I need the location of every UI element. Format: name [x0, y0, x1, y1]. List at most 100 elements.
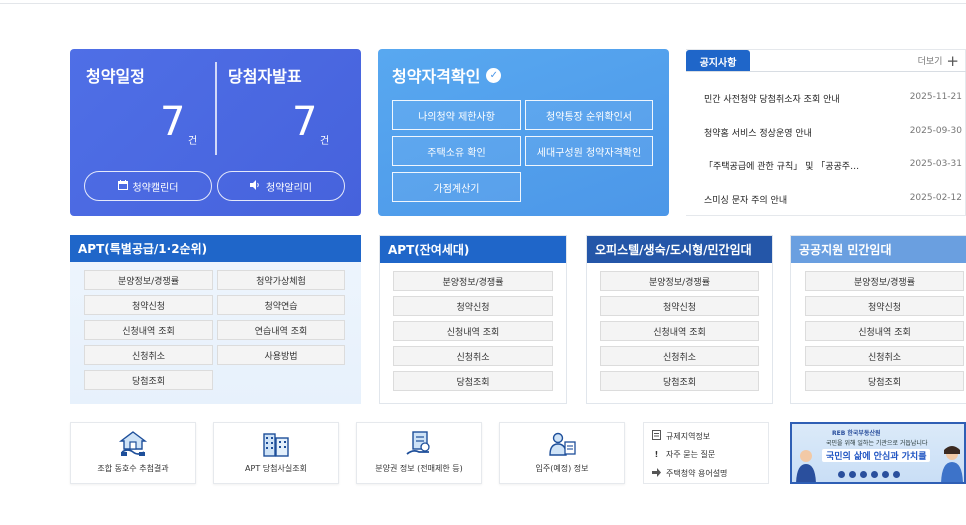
apt-special-practice-history-button[interactable]: 연습내역 조회: [217, 320, 345, 340]
plus-icon: +: [946, 51, 959, 70]
qual-restriction-button[interactable]: 나의청약 제한사항: [392, 100, 521, 130]
promo-banner[interactable]: REB 한국부동산원 국민을 위해 일하는 기관으로 거듭납니다 국민의 삶에 …: [790, 422, 966, 484]
resident-id-icon: [549, 432, 576, 456]
category-officetel-title[interactable]: 오피스텔/생숙/도시형/민간임대: [587, 236, 772, 263]
category-apt-remaining-title[interactable]: APT(잔여세대): [380, 236, 566, 263]
apt-remaining-winner-button[interactable]: 당첨조회: [393, 371, 553, 391]
banner-dot[interactable]: [893, 471, 900, 478]
quicklink-move-in-info[interactable]: 입주(예정) 정보: [499, 422, 625, 484]
apt-special-cancel-button[interactable]: 신청취소: [84, 345, 213, 365]
document-hand-icon: [406, 431, 430, 455]
officetel-info-button[interactable]: 분양정보/경쟁률: [600, 271, 759, 291]
quicklink-union-lottery[interactable]: 조합 동호수 추첨결과: [70, 422, 196, 484]
schedule-title[interactable]: 청약일정: [86, 63, 145, 87]
notice-item-title: 스미싱 문자 주의 안내: [704, 196, 788, 206]
arrow-right-icon: [652, 468, 661, 479]
apt-special-apply-button[interactable]: 청약신청: [84, 295, 213, 315]
officetel-history-button[interactable]: 신청내역 조회: [600, 321, 759, 341]
officetel-winner-button[interactable]: 당첨조회: [600, 371, 759, 391]
qual-rank-certificate-button[interactable]: 청약통장 순위확인서: [525, 100, 653, 130]
notice-item[interactable]: 「주택공급에 관한 규칙」 및 「공공주… 2025-03-31: [704, 159, 962, 172]
notice-item-date: 2025-03-31: [909, 159, 962, 169]
winner-count[interactable]: 7: [292, 99, 317, 145]
officetel-apply-button[interactable]: 청약신청: [600, 296, 759, 316]
quicklink-presale-info[interactable]: 분양권 정보 (전매제한 등): [356, 422, 482, 484]
notice-item-date: 2025-11-21: [909, 92, 962, 102]
category-officetel: 오피스텔/생숙/도시형/민간임대 분양정보/경쟁률 청약신청 신청내역 조회 신…: [586, 235, 773, 404]
regulated-area-link[interactable]: 규제지역정보: [652, 430, 710, 442]
schedule-unit: 건: [188, 136, 198, 147]
regulated-area-label: 규제지역정보: [666, 431, 711, 441]
winner-title[interactable]: 당첨자발표: [228, 63, 302, 87]
notice-item[interactable]: 민간 사전청약 당첨취소자 조회 안내 2025-11-21: [704, 92, 962, 105]
banner-dot[interactable]: [882, 471, 889, 478]
notice-tab[interactable]: 공지사항: [686, 50, 750, 72]
mini-links-panel: 규제지역정보 ! 자주 묻는 질문 주택청약 용어설명: [643, 422, 769, 484]
apt-remaining-apply-button[interactable]: 청약신청: [393, 296, 553, 316]
schedule-divider: [215, 62, 217, 155]
quicklink-apt-winner-check[interactable]: APT 당첨사실조회: [213, 422, 339, 484]
apt-remaining-history-button[interactable]: 신청내역 조회: [393, 321, 553, 341]
apt-special-info-button[interactable]: 분양정보/경쟁률: [84, 270, 213, 290]
qualification-card: 청약자격확인 ✓ 나의청약 제한사항 청약통장 순위확인서 주택소유 확인 세대…: [378, 49, 669, 216]
qual-house-ownership-button[interactable]: 주택소유 확인: [392, 136, 521, 166]
calendar-icon: [117, 179, 128, 193]
top-border: [0, 0, 966, 4]
apartment-building-icon: [263, 433, 289, 457]
banner-logo: REB 한국부동산원: [832, 430, 881, 437]
category-public-rental-title[interactable]: 공공지원 민간임대: [791, 236, 966, 263]
winner-unit: 건: [320, 136, 330, 147]
banner-dot[interactable]: [838, 471, 845, 478]
notice-item-date: 2025-02-12: [909, 193, 962, 203]
officetel-cancel-button[interactable]: 신청취소: [600, 346, 759, 366]
calendar-button[interactable]: 청약캘린더: [84, 171, 212, 201]
public-rental-winner-button[interactable]: 당첨조회: [805, 371, 964, 391]
schedule-card: 청약일정 7 건 당첨자발표 7 건 청약캘린더 청약알리미: [70, 49, 361, 216]
banner-dot[interactable]: [871, 471, 878, 478]
notice-item-title: 청약홈 서비스 정상운영 안내: [704, 129, 812, 139]
apt-special-winner-button[interactable]: 당첨조회: [84, 370, 213, 390]
public-rental-apply-button[interactable]: 청약신청: [805, 296, 964, 316]
qual-score-calculator-button[interactable]: 가점계산기: [392, 172, 521, 202]
banner-pagination[interactable]: [838, 471, 900, 478]
check-circle-icon: ✓: [486, 67, 502, 83]
banner-headline: 국민의 삶에 안심과 가치를: [822, 449, 931, 462]
calendar-button-label: 청약캘린더: [132, 182, 179, 194]
faq-label: 자주 묻는 질문: [666, 450, 716, 459]
qualification-title-text: 청약자격확인: [392, 67, 481, 86]
schedule-count[interactable]: 7: [160, 99, 185, 145]
handshake-house-icon: [118, 431, 148, 456]
banner-subtitle: 국민을 위해 일하는 기관으로 거듭납니다: [826, 440, 928, 447]
apt-special-howto-button[interactable]: 사용방법: [217, 345, 345, 365]
qual-household-button[interactable]: 세대구성원 청약자격확인: [525, 136, 653, 166]
notice-item-date: 2025-09-30: [909, 126, 962, 136]
public-rental-cancel-button[interactable]: 신청취소: [805, 346, 964, 366]
banner-dot[interactable]: [849, 471, 856, 478]
alarm-button[interactable]: 청약알리미: [217, 171, 345, 201]
quicklink-label: APT 당첨사실조회: [245, 464, 307, 473]
notice-item[interactable]: 청약홈 서비스 정상운영 안내 2025-09-30: [704, 126, 962, 139]
apt-remaining-info-button[interactable]: 분양정보/경쟁률: [393, 271, 553, 291]
quicklink-label: 입주(예정) 정보: [535, 464, 589, 473]
faq-link[interactable]: ! 자주 묻는 질문: [652, 449, 716, 460]
notice-item[interactable]: 스미싱 문자 주의 안내 2025-02-12: [704, 193, 962, 206]
banner-dot[interactable]: [860, 471, 867, 478]
notice-more-button[interactable]: 더보기 +: [918, 51, 959, 70]
notice-item-title: 「주택공급에 관한 규칙」 및 「공공주…: [704, 162, 860, 172]
notice-tab-line: [686, 71, 966, 72]
category-apt-special-title[interactable]: APT(특별공급/1·2순위): [70, 235, 361, 262]
glossary-link[interactable]: 주택청약 용어설명: [652, 468, 727, 479]
notice-item-title: 민간 사전청약 당첨취소자 조회 안내: [704, 95, 840, 105]
public-rental-history-button[interactable]: 신청내역 조회: [805, 321, 964, 341]
apt-special-practice-button[interactable]: 청약연습: [217, 295, 345, 315]
glossary-label: 주택청약 용어설명: [666, 469, 728, 478]
document-icon: [652, 430, 661, 442]
notice-panel: 공지사항 더보기 + 민간 사전청약 당첨취소자 조회 안내 2025-11-2…: [686, 49, 966, 216]
public-rental-info-button[interactable]: 분양정보/경쟁률: [805, 271, 964, 291]
category-public-rental: 공공지원 민간임대 분양정보/경쟁률 청약신청 신청내역 조회 신청취소 당첨조…: [790, 235, 966, 404]
apt-remaining-cancel-button[interactable]: 신청취소: [393, 346, 553, 366]
alarm-button-label: 청약알리미: [266, 182, 312, 194]
exclamation-icon: !: [654, 450, 659, 459]
apt-special-simulation-button[interactable]: 청약가상체험: [217, 270, 345, 290]
apt-special-history-button[interactable]: 신청내역 조회: [84, 320, 213, 340]
